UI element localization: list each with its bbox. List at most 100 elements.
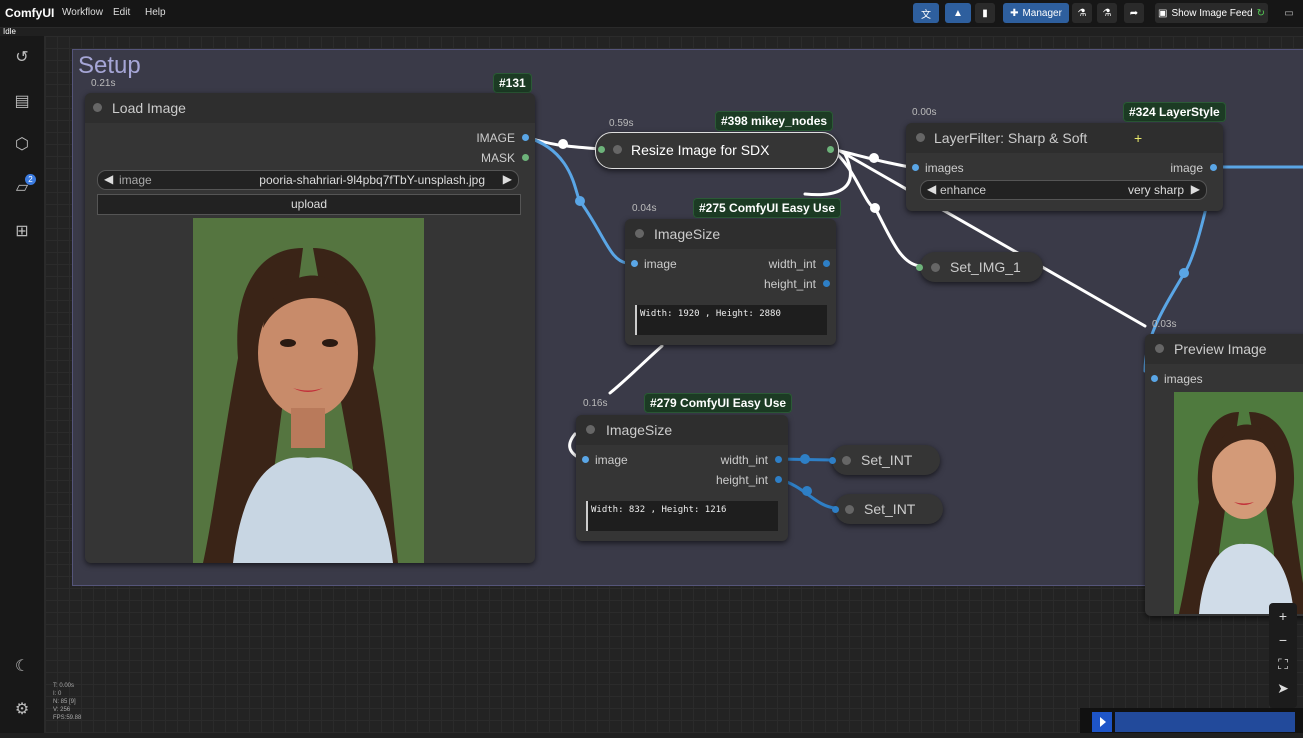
output-image-label: IMAGE [476,131,515,145]
input-socket[interactable] [829,457,836,464]
widget-label: image [119,173,152,187]
collapse-dot[interactable] [1155,344,1164,353]
collapse-dot[interactable] [635,229,644,238]
node-imagesize-a[interactable]: ImageSize image width_int height_int Wid… [625,219,836,345]
manager-button[interactable]: ✚ Manager [1003,3,1069,23]
node-set-int-width[interactable]: Set_INT [829,445,940,475]
node-exec-time: 0.00s [912,107,937,118]
share-icon[interactable]: ➦ [1124,3,1144,23]
sitemap-icon[interactable]: ⊞ [12,222,32,242]
output-height-socket[interactable] [775,476,782,483]
collapse-dot[interactable] [931,263,940,272]
input-image-socket[interactable] [598,146,605,153]
output-width-label: width_int [720,453,768,467]
size-display: Width: 1920 , Height: 2880 [635,305,827,335]
output-width-socket[interactable] [775,456,782,463]
locate-icon[interactable]: ➤ [1276,681,1290,695]
portrait-image [193,218,424,563]
panel-toggle-icon[interactable]: ▭ [1280,3,1298,23]
widget-value: pooria-shahriari-9l4pbq7fTbY-unsplash.jp… [259,173,485,187]
input-socket[interactable] [832,506,839,513]
node-title: Preview Image [1174,341,1267,357]
node-title: Load Image [112,100,186,116]
node-preview-image[interactable]: Preview Image images [1145,334,1303,616]
collapse-dot[interactable] [586,425,595,434]
output-image-socket[interactable] [522,134,529,141]
top-menu-bar: ComfyUI Workflow Edit Help 文 ▲ ▮ ✚ Manag… [0,0,1303,28]
link-imagesize-a-to-b [608,344,664,395]
input-images-label: images [1164,372,1203,386]
stat-fps: FPS:59.88 [53,715,82,721]
stat-time: T: 0.00s [53,683,75,689]
input-images-socket[interactable] [1151,375,1158,382]
input-image-label: image [595,453,628,467]
node-exec-time: 0.59s [609,118,634,129]
node-title: Resize Image for SDX [631,142,770,158]
output-height-label: height_int [715,473,768,487]
input-images-label: images [925,161,964,175]
node-exec-time: 0.03s [1152,319,1177,330]
output-mask-socket[interactable] [522,154,529,161]
node-resize-image[interactable]: Resize Image for SDX [595,132,839,169]
image-feed-icon: ▣ [1157,7,1168,19]
zoom-out-icon[interactable]: − [1276,633,1290,647]
folder-icon[interactable]: ▱ 2 [12,174,36,198]
moon-icon[interactable]: ☾ [12,657,32,677]
input-image-socket[interactable] [631,260,638,267]
node-set-img-1[interactable]: Set_IMG_1 [916,252,1043,282]
app-logo[interactable]: ComfyUI [5,6,54,20]
show-image-feed-button[interactable]: ▣ Show Image Feed ↻ [1155,3,1268,23]
crosshair-icon: + [1134,130,1143,146]
image-combo-widget[interactable]: ◀ image pooria-shahriari-9l4pbq7fTbY-uns… [97,170,519,190]
input-image-socket[interactable] [582,456,589,463]
output-image-socket[interactable] [1210,164,1217,171]
output-height-socket[interactable] [823,280,830,287]
node-exec-time: 0.21s [91,78,116,89]
enhance-combo-widget[interactable]: ◀ enhance very sharp ▶ [920,180,1207,200]
warning-icon[interactable]: ▲ [945,3,971,23]
queue-badge: 2 [25,174,36,185]
canvas-zoom-controls: + − ⛶ ➤ [1269,603,1297,708]
bookmark-icon[interactable]: ▮ [975,3,995,23]
menu-workflow[interactable]: Workflow [62,7,103,18]
queue-status: Idle [3,27,16,36]
node-id-badge: #131 [493,73,532,93]
graph-canvas[interactable]: Setup #131 0.21s Load Image IMAGE MASK ◀… [45,36,1303,733]
gear-icon[interactable]: ⚙ [12,700,32,720]
flask-alt-icon[interactable]: ⚗ [1097,3,1117,23]
input-images-socket[interactable] [912,164,919,171]
node-layerfilter[interactable]: LayerFilter: Sharp & Soft + images image… [906,123,1223,211]
output-width-socket[interactable] [823,260,830,267]
node-imagesize-b[interactable]: ImageSize image width_int height_int Wid… [576,415,788,541]
collapse-dot[interactable] [842,456,851,465]
cube-icon[interactable]: ⬡ [12,135,32,155]
fit-view-icon[interactable]: ⛶ [1276,657,1290,671]
output-width-label: width_int [768,257,816,271]
flask-icon[interactable]: ⚗ [1072,3,1092,23]
output-image-socket[interactable] [827,146,834,153]
widget-label: enhance [940,183,987,197]
node-load-image[interactable]: Load Image IMAGE MASK ◀ image pooria-sha… [85,93,535,563]
collapse-dot[interactable] [613,145,622,154]
arrow-right-icon[interactable]: ▶ [1191,182,1200,196]
input-socket[interactable] [916,264,923,271]
arrow-right-icon[interactable]: ▶ [503,172,512,186]
document-icon[interactable]: ▤ [12,92,32,112]
stat-nodes: N: 85 [9] [53,699,76,705]
node-title: Set_INT [864,501,916,517]
collapse-dot[interactable] [845,505,854,514]
size-display: Width: 832 , Height: 1216 [586,501,778,531]
history-icon[interactable]: ↺ [12,48,32,68]
output-mask-label: MASK [480,151,515,165]
collapse-dot[interactable] [916,133,925,142]
node-set-int-height[interactable]: Set_INT [832,494,943,524]
menu-help[interactable]: Help [145,7,166,18]
output-height-label: height_int [763,277,816,291]
menu-edit[interactable]: Edit [113,7,130,18]
upload-button[interactable]: upload [97,194,521,215]
arrow-left-icon[interactable]: ◀ [927,182,936,196]
translate-icon[interactable]: 文 [913,3,939,23]
collapse-dot[interactable] [93,103,102,112]
zoom-in-icon[interactable]: + [1276,609,1290,623]
arrow-left-icon[interactable]: ◀ [104,172,113,186]
